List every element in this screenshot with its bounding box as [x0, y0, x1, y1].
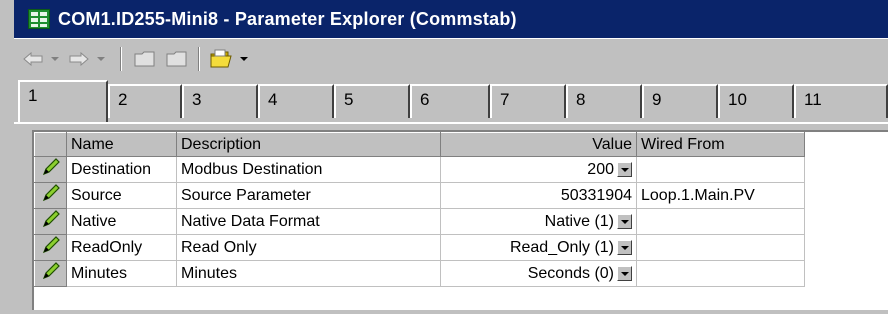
title-bar[interactable]: COM1.ID255-Mini8 - Parameter Explorer (C…	[14, 0, 888, 38]
cell-description: Source Parameter	[176, 182, 441, 209]
open-dropdown-icon[interactable]	[238, 47, 250, 71]
toolbar-separator	[198, 47, 200, 71]
pencil-icon	[34, 182, 67, 209]
cell-value[interactable]: Read_Only (1)	[440, 234, 637, 261]
value-text: Read_Only (1)	[509, 238, 614, 256]
dropdown-arrow-icon[interactable]	[617, 161, 632, 177]
table-row[interactable]: Minutes Minutes Seconds (0)	[34, 260, 805, 287]
value-text: 200	[587, 160, 614, 178]
pencil-icon	[34, 234, 67, 261]
table-row[interactable]: Source Source Parameter 50331904 Loop.1.…	[34, 182, 805, 209]
cell-wired-from	[636, 208, 805, 235]
cell-description: Read Only	[176, 234, 441, 261]
cell-name: Minutes	[66, 260, 177, 287]
parameter-table: Name Description Value Wired From Destin…	[34, 132, 805, 287]
cell-wired-from	[636, 260, 805, 287]
column-header-description[interactable]: Description	[176, 132, 441, 157]
tab-7[interactable]: 7	[490, 84, 566, 118]
column-header-wired-from[interactable]: Wired From	[636, 132, 805, 157]
pencil-icon	[34, 156, 67, 183]
cell-name: Destination	[66, 156, 177, 183]
cell-description: Native Data Format	[176, 208, 441, 235]
table-row[interactable]: Native Native Data Format Native (1)	[34, 208, 805, 235]
window-left-edge	[0, 0, 15, 314]
dropdown-arrow-icon[interactable]	[617, 265, 632, 281]
tab-4[interactable]: 4	[258, 84, 334, 118]
toolbar-separator	[120, 47, 122, 71]
grid-icon	[28, 9, 50, 29]
cell-name: ReadOnly	[66, 234, 177, 261]
tab-9[interactable]: 9	[642, 84, 718, 118]
tab-10[interactable]: 10	[718, 84, 794, 118]
pencil-icon	[34, 208, 67, 235]
cell-description: Minutes	[176, 260, 441, 287]
back-arrow-icon[interactable]	[20, 47, 46, 71]
cell-value[interactable]: Native (1)	[440, 208, 637, 235]
table-row[interactable]: ReadOnly Read Only Read_Only (1)	[34, 234, 805, 261]
cell-description: Modbus Destination	[176, 156, 441, 183]
back-dropdown-icon[interactable]	[48, 47, 62, 71]
table-row[interactable]: Destination Modbus Destination 200	[34, 156, 805, 183]
tab-strip: 1 2 3 4 5 6 7 8 9 10 11	[14, 78, 888, 124]
forward-arrow-icon[interactable]	[66, 47, 92, 71]
parameter-grid: Name Description Value Wired From Destin…	[32, 130, 888, 310]
cell-wired-from	[636, 234, 805, 261]
column-header-value[interactable]: Value	[440, 132, 637, 157]
value-text: Seconds (0)	[527, 264, 614, 282]
tab-3[interactable]: 3	[182, 84, 258, 118]
tab-6[interactable]: 6	[410, 84, 490, 118]
tab-panel: Name Description Value Wired From Destin…	[14, 122, 888, 314]
folder-icon[interactable]	[164, 47, 190, 71]
forward-dropdown-icon[interactable]	[94, 47, 108, 71]
cell-name: Source	[66, 182, 177, 209]
cell-wired-from	[636, 156, 805, 183]
value-text: Native (1)	[544, 212, 614, 230]
tab-11[interactable]: 11	[794, 84, 888, 118]
tab-1[interactable]: 1	[18, 80, 108, 122]
column-header-name[interactable]: Name	[66, 132, 177, 157]
folder-up-icon[interactable]	[132, 47, 158, 71]
cell-name: Native	[66, 208, 177, 235]
window-title: COM1.ID255-Mini8 - Parameter Explorer (C…	[58, 8, 517, 29]
pencil-icon	[34, 260, 67, 287]
cell-value[interactable]: Seconds (0)	[440, 260, 637, 287]
cell-wired-from: Loop.1.Main.PV	[636, 182, 805, 209]
cell-value[interactable]: 50331904	[440, 182, 637, 209]
dropdown-arrow-icon[interactable]	[617, 213, 632, 229]
tab-5[interactable]: 5	[334, 84, 410, 118]
open-folder-icon[interactable]	[208, 47, 236, 71]
corner-header	[34, 132, 67, 157]
tab-8[interactable]: 8	[566, 84, 642, 118]
toolbar	[14, 38, 888, 78]
cell-value[interactable]: 200	[440, 156, 637, 183]
header-row: Name Description Value Wired From	[34, 132, 805, 157]
tab-2[interactable]: 2	[108, 84, 182, 118]
parameter-explorer-window: COM1.ID255-Mini8 - Parameter Explorer (C…	[0, 0, 888, 314]
dropdown-arrow-icon[interactable]	[617, 239, 632, 255]
